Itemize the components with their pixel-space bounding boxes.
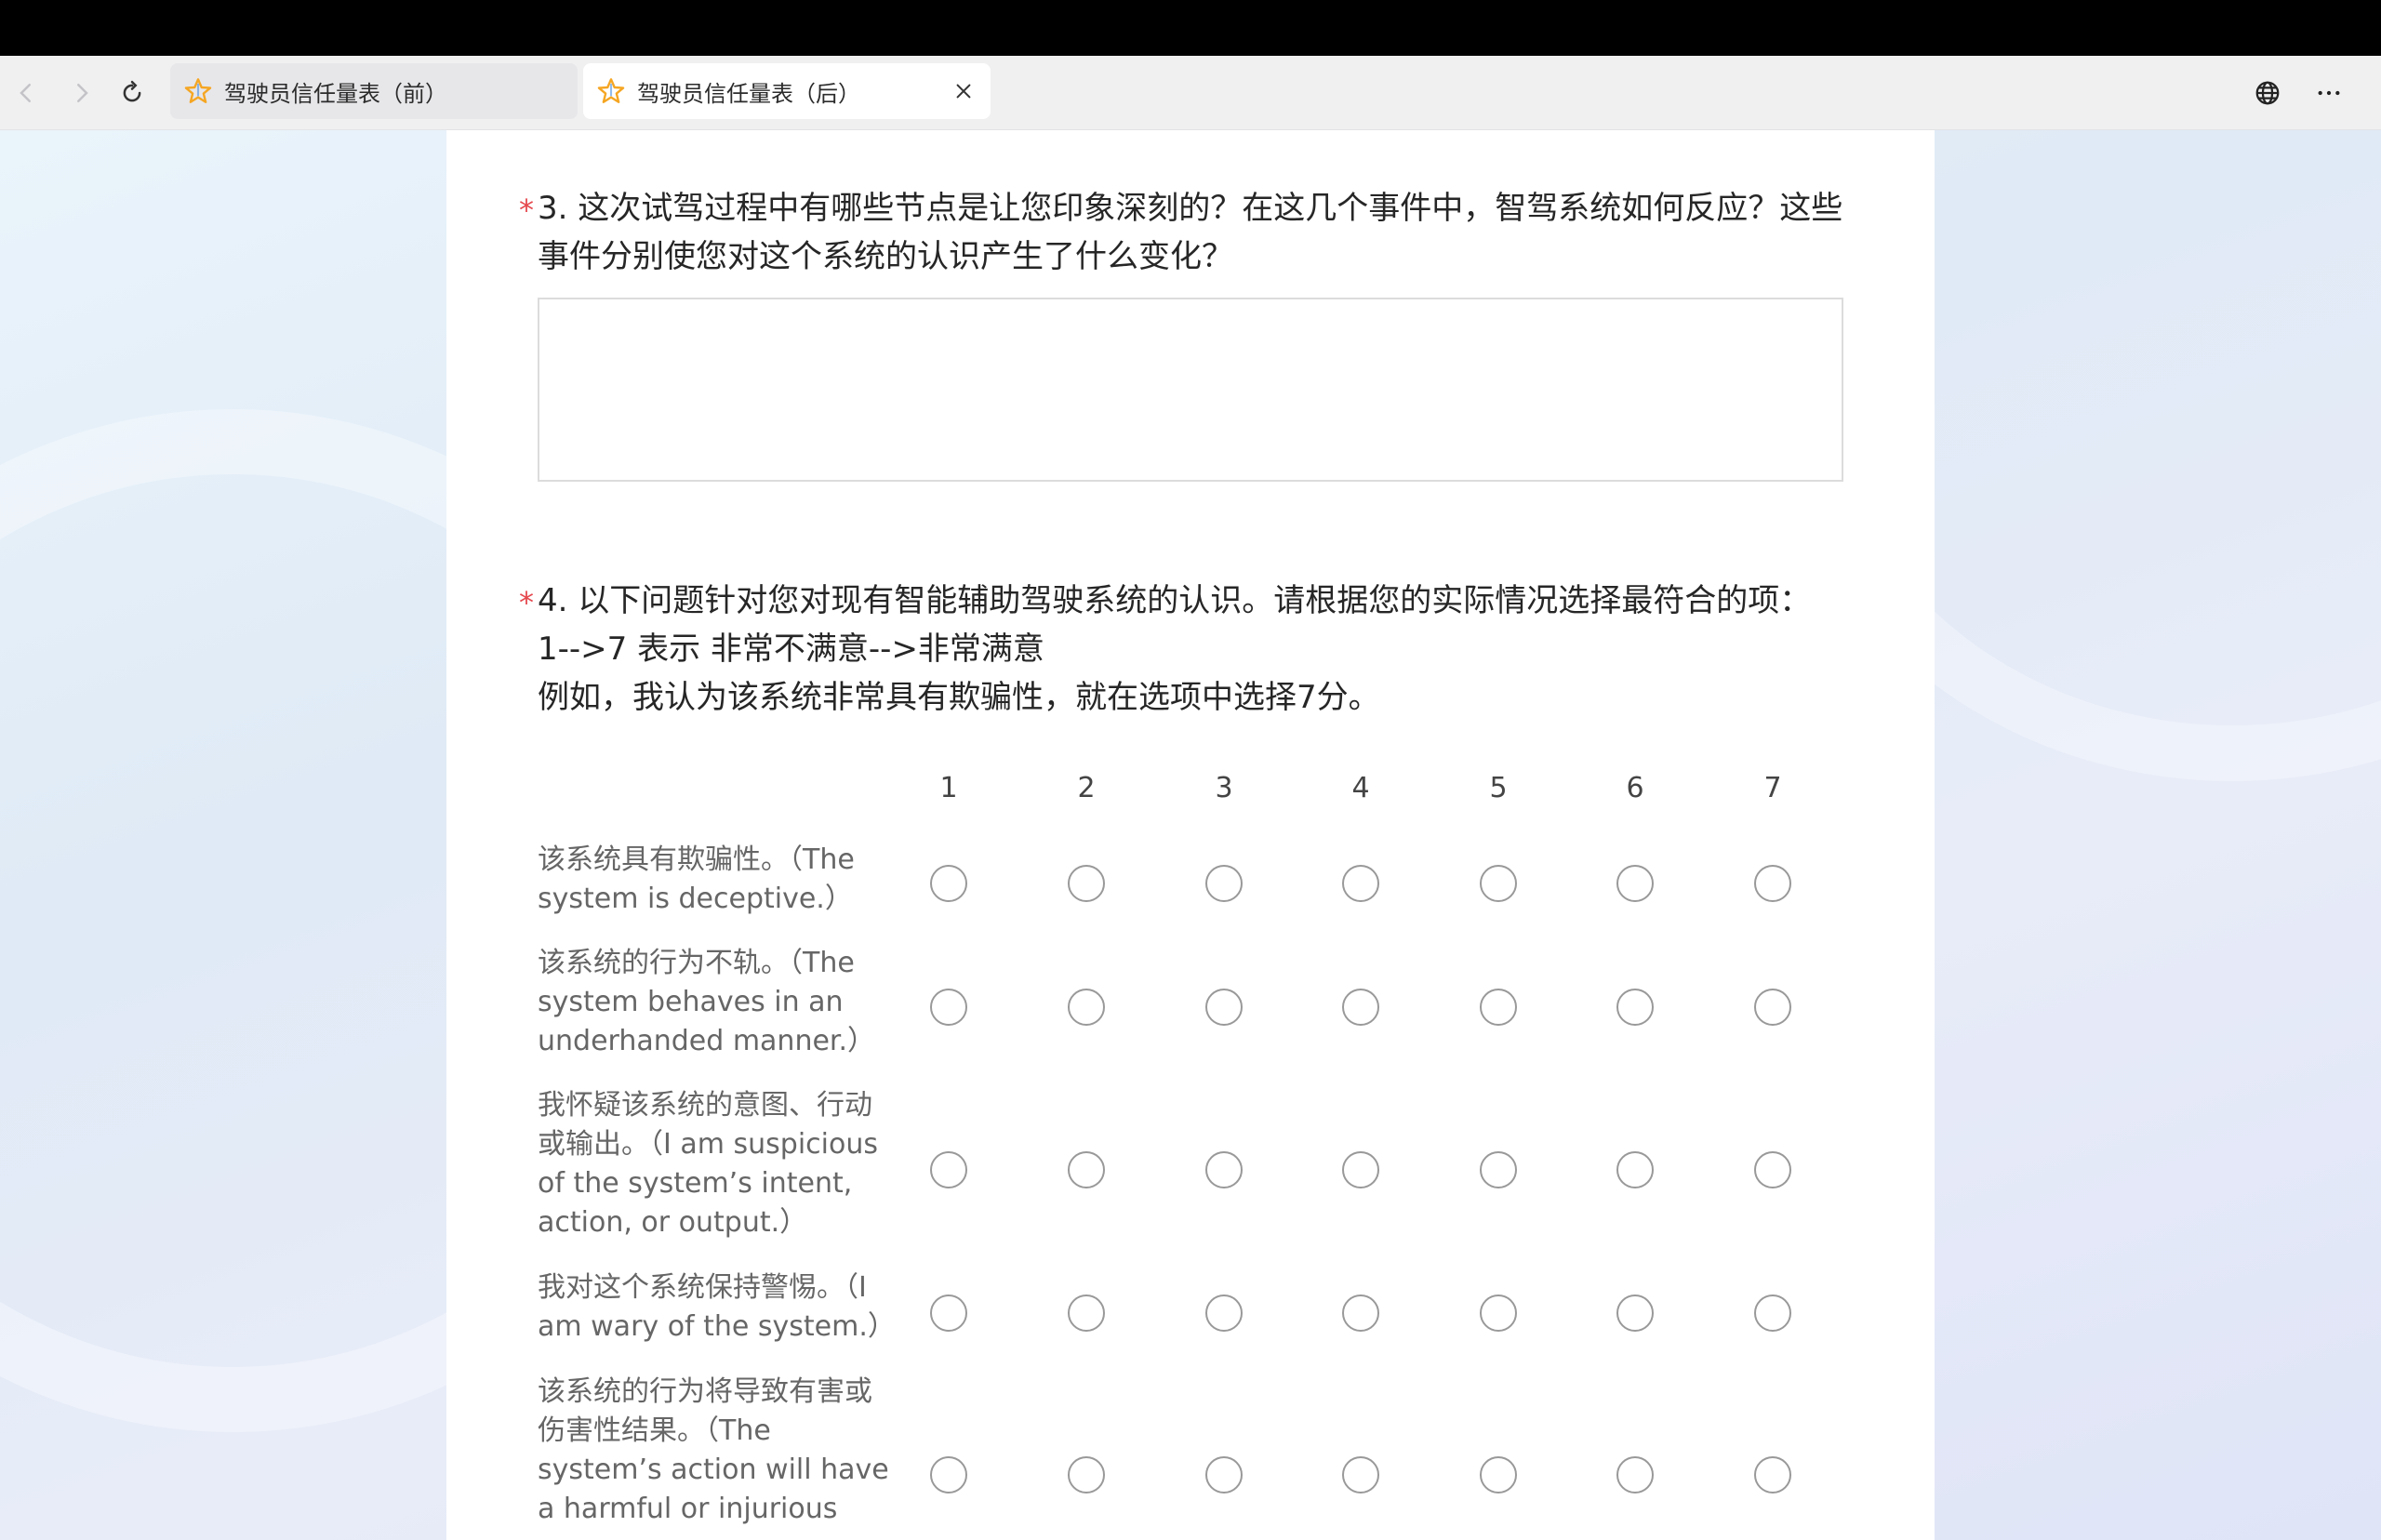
question-3-line-2: 事件分别使您对这个系统的认识产生了什么变化？ xyxy=(538,238,1233,275)
close-tab-button[interactable] xyxy=(950,77,978,105)
required-mark: * xyxy=(519,585,534,620)
radio-row-3-option-6[interactable] xyxy=(1616,1151,1654,1188)
tab-label: 驾驶员信任量表（后） xyxy=(637,80,860,107)
required-mark: * xyxy=(519,192,534,228)
radio-row-1-option-3[interactable] xyxy=(1205,865,1243,902)
language-button[interactable] xyxy=(2249,74,2286,112)
radio-row-4-option-3[interactable] xyxy=(1205,1294,1243,1332)
row-label-line: system’s action will have xyxy=(538,1454,889,1486)
radio-row-4-option-4[interactable] xyxy=(1342,1294,1379,1332)
question-4-line-3: 例如，我认为该系统非常具有欺骗性，就在选项中选择7分。 xyxy=(538,679,1380,716)
matrix-row-label: 该系统的行为不轨。（The system behaves in an underha… xyxy=(538,944,891,1061)
radio-row-3-option-3[interactable] xyxy=(1205,1151,1243,1188)
star-icon xyxy=(597,78,625,103)
question-3-answer-field[interactable] xyxy=(538,298,1843,482)
row-label-line: action, or output.） xyxy=(538,1206,808,1239)
row-label-line: am wary of the system.） xyxy=(538,1310,896,1343)
globe-icon xyxy=(2255,81,2280,105)
scale-label-2: 2 xyxy=(1077,772,1096,804)
radio-row-4-option-5[interactable] xyxy=(1480,1294,1517,1332)
radio-row-5-option-7[interactable] xyxy=(1754,1456,1791,1494)
radio-row-3-option-7[interactable] xyxy=(1754,1151,1791,1188)
row-label-line: underhanded manner.） xyxy=(538,1025,876,1057)
radio-row-1-option-6[interactable] xyxy=(1616,865,1654,902)
radio-row-1-option-2[interactable] xyxy=(1068,865,1105,902)
radio-row-1-option-7[interactable] xyxy=(1754,865,1791,902)
radio-row-4-option-7[interactable] xyxy=(1754,1294,1791,1332)
radio-row-4-option-2[interactable] xyxy=(1068,1294,1105,1332)
radio-row-4-option-1[interactable] xyxy=(930,1294,967,1332)
radio-row-2-option-2[interactable] xyxy=(1068,989,1105,1026)
reload-button[interactable] xyxy=(113,74,151,112)
question-4-line-2: 1-->7 表示 非常不满意-->非常满意 xyxy=(538,631,1044,668)
more-button[interactable] xyxy=(2310,74,2348,112)
row-label-line: system is deceptive.） xyxy=(538,883,853,915)
scale-label-6: 6 xyxy=(1626,772,1644,804)
radio-row-5-option-2[interactable] xyxy=(1068,1456,1105,1494)
question-4-title: * 4. 以下问题针对您对现有智能辅助驾驶系统的认识。请根据您的实际情况选择最符… xyxy=(519,577,1858,722)
survey-card: * 3. 这次试驾过程中有哪些节点是让您印象深刻的？在这几个事件中，智驾系统如何… xyxy=(446,130,1935,1540)
close-icon xyxy=(956,84,971,99)
tab-trust-scale-after[interactable]: 驾驶员信任量表（后） xyxy=(583,63,991,119)
arrow-left-icon xyxy=(20,84,31,102)
row-label-line: 或输出。（I am suspicious xyxy=(538,1128,879,1161)
browser-tab-bar: 驾驶员信任量表（前） 驾驶员信任量表（后） xyxy=(0,56,2381,130)
row-label-line: 伤害性结果。（The xyxy=(538,1414,771,1447)
radio-row-4-option-6[interactable] xyxy=(1616,1294,1654,1332)
page-viewport: * 3. 这次试驾过程中有哪些节点是让您印象深刻的？在这几个事件中，智驾系统如何… xyxy=(0,130,2381,1540)
reload-icon xyxy=(123,80,141,102)
radio-row-2-option-4[interactable] xyxy=(1342,989,1379,1026)
matrix-row-label: 该系统的行为将导致有害或 伤害性结果。（The system’s action wi… xyxy=(538,1373,891,1529)
radio-row-5-option-3[interactable] xyxy=(1205,1456,1243,1494)
radio-row-2-option-1[interactable] xyxy=(930,989,967,1026)
scale-label-5: 5 xyxy=(1489,772,1508,804)
scale-label-4: 4 xyxy=(1351,772,1370,804)
row-label-line: a harmful or injurious xyxy=(538,1493,838,1525)
radio-row-2-option-7[interactable] xyxy=(1754,989,1791,1026)
matrix-row-label: 我怀疑该系统的意图、行动 或输出。（I am suspicious of the s… xyxy=(538,1086,891,1242)
radio-row-1-option-4[interactable] xyxy=(1342,865,1379,902)
scale-label-3: 3 xyxy=(1215,772,1233,804)
radio-row-3-option-5[interactable] xyxy=(1480,1151,1517,1188)
arrow-right-icon xyxy=(77,84,88,102)
radio-row-5-option-6[interactable] xyxy=(1616,1456,1654,1494)
more-icon xyxy=(2318,90,2340,96)
radio-row-5-option-5[interactable] xyxy=(1480,1456,1517,1494)
radio-row-5-option-1[interactable] xyxy=(930,1456,967,1494)
row-label-line: of the system’s intent, xyxy=(538,1167,853,1200)
row-label-line: 该系统的行为将导致有害或 xyxy=(538,1375,872,1408)
tab-label: 驾驶员信任量表（前） xyxy=(224,80,447,107)
matrix-row-label: 我对这个系统保持警惕。（I am wary of the system.） xyxy=(538,1268,896,1347)
radio-row-1-option-5[interactable] xyxy=(1480,865,1517,902)
question-4-line-1: 4. 以下问题针对您对现有智能辅助驾驶系统的认识。请根据您的实际情况选择最符合的… xyxy=(538,582,1812,619)
question-3-title: * 3. 这次试驾过程中有哪些节点是让您印象深刻的？在这几个事件中，智驾系统如何… xyxy=(519,184,1858,281)
row-label-line: system behaves in an xyxy=(538,986,844,1018)
row-label-line: 我怀疑该系统的意图、行动 xyxy=(538,1089,872,1122)
row-label-line: 我对这个系统保持警惕。（I xyxy=(538,1271,867,1304)
tab-trust-scale-before[interactable]: 驾驶员信任量表（前） xyxy=(170,63,578,119)
radio-row-1-option-1[interactable] xyxy=(930,865,967,902)
star-icon xyxy=(184,78,212,103)
radio-row-3-option-4[interactable] xyxy=(1342,1151,1379,1188)
question-3-line-1: 3. 这次试驾过程中有哪些节点是让您印象深刻的？在这几个事件中，智驾系统如何反应… xyxy=(538,190,1843,227)
radio-row-2-option-3[interactable] xyxy=(1205,989,1243,1026)
scale-label-1: 1 xyxy=(939,772,958,804)
radio-row-3-option-2[interactable] xyxy=(1068,1151,1105,1188)
window-top-bar xyxy=(0,0,2381,56)
forward-button[interactable] xyxy=(63,74,100,112)
scale-label-7: 7 xyxy=(1763,772,1782,804)
row-label-line: 该系统具有欺骗性。（The xyxy=(538,843,855,876)
matrix-row-label: 该系统具有欺骗性。（The system is deceptive.） xyxy=(538,841,891,919)
radio-row-5-option-4[interactable] xyxy=(1342,1456,1379,1494)
row-label-line: 该系统的行为不轨。（The xyxy=(538,947,855,979)
radio-row-2-option-6[interactable] xyxy=(1616,989,1654,1026)
radio-row-3-option-1[interactable] xyxy=(930,1151,967,1188)
back-button[interactable] xyxy=(7,74,45,112)
radio-row-2-option-5[interactable] xyxy=(1480,989,1517,1026)
